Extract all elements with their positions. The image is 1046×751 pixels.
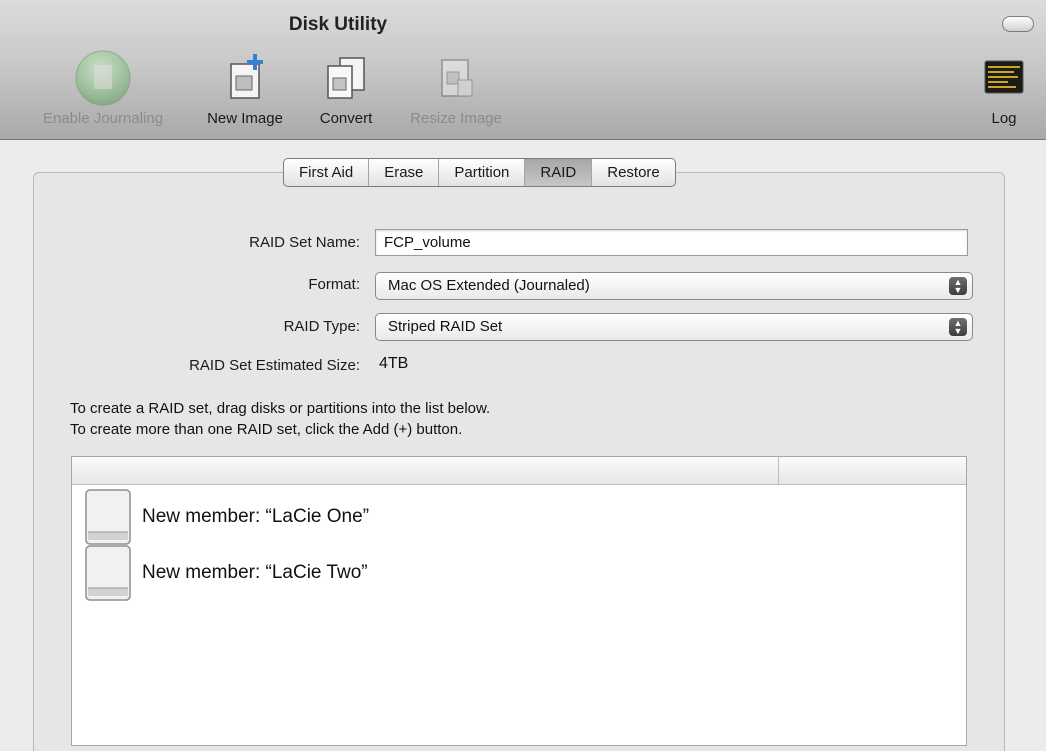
convert-button[interactable]: Convert (306, 48, 386, 127)
new-image-icon (230, 54, 263, 99)
raid-set-name-label: RAID Set Name: (249, 234, 360, 251)
list-header (72, 457, 966, 485)
member-label: New member: “LaCie One” (142, 506, 370, 527)
raid-type-popup[interactable]: Striped RAID Set ▲ ▼ (375, 313, 973, 341)
enable-journaling-button[interactable]: Enable Journaling (22, 48, 184, 127)
log-label: Log (991, 110, 1017, 127)
raid-member-list[interactable]: New member: “LaCie One” New member: “LaC… (71, 456, 967, 746)
convert-label: Convert (319, 110, 373, 127)
tab-partition[interactable]: Partition (439, 159, 526, 186)
raid-type-label: RAID Type: (283, 318, 360, 335)
popup-arrows-icon: ▲ ▼ (949, 277, 967, 295)
format-popup[interactable]: Mac OS Extended (Journaled) ▲ ▼ (375, 272, 973, 300)
raid-type-value: Striped RAID Set (388, 318, 503, 335)
new-image-label: New Image (207, 110, 283, 127)
resize-image-button[interactable]: Resize Image (394, 48, 518, 127)
instruction-line: To create more than one RAID set, click … (70, 421, 463, 438)
tab-bar: First Aid Erase Partition RAID Restore (283, 158, 676, 187)
resize-image-icon (441, 59, 473, 97)
format-label: Format: (308, 276, 360, 293)
column-divider[interactable] (778, 457, 779, 484)
raid-set-name-input[interactable] (375, 229, 968, 256)
hard-disk-icon (85, 489, 131, 545)
journaling-icon (75, 50, 131, 106)
popup-arrows-icon: ▲ ▼ (949, 318, 967, 336)
window-toolbar: Disk Utility Enable Journaling New Image… (0, 0, 1046, 140)
tab-restore[interactable]: Restore (592, 159, 675, 186)
tab-first-aid[interactable]: First Aid (284, 159, 370, 186)
toolbar-toggle-button[interactable] (1002, 16, 1034, 32)
enable-journaling-label: Enable Journaling (42, 110, 164, 127)
resize-image-label: Resize Image (410, 110, 502, 127)
log-icon (984, 60, 1024, 94)
instruction-line: To create a RAID set, drag disks or part… (70, 400, 491, 417)
list-item[interactable]: New member: “LaCie One” (84, 487, 369, 547)
raid-instructions: To create a RAID set, drag disks or part… (70, 398, 490, 440)
window-title: Disk Utility (288, 14, 388, 35)
format-value: Mac OS Extended (Journaled) (388, 277, 590, 294)
tab-erase[interactable]: Erase (369, 159, 440, 186)
estimated-size-value: 4TB (379, 355, 409, 372)
hard-disk-icon (85, 545, 131, 601)
list-item[interactable]: New member: “LaCie Two” (84, 543, 368, 603)
tab-raid[interactable]: RAID (525, 159, 593, 186)
member-label: New member: “LaCie Two” (142, 562, 368, 583)
convert-icon (327, 57, 365, 99)
log-button[interactable]: Log (970, 48, 1038, 127)
new-image-button[interactable]: New Image (193, 48, 297, 127)
estimated-size-label: RAID Set Estimated Size: (189, 357, 360, 374)
